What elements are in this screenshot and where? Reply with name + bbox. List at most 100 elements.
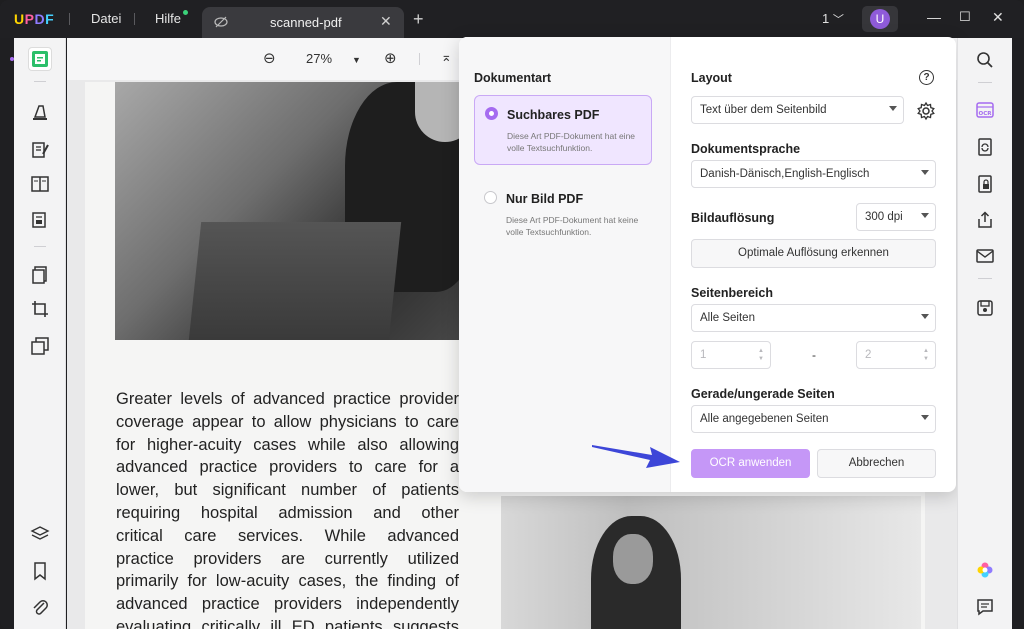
two-page-icon <box>31 176 49 192</box>
stepper-arrows-icon: ▲ ▼ <box>923 348 929 362</box>
document-type-title: Dokumentart <box>474 71 552 85</box>
resolution-title: Bildauflösung <box>691 211 775 225</box>
comments-button[interactable] <box>975 597 995 617</box>
title-bar: UPDF Datei Hilfe scanned-pdf ✕ + 1 ﹀ U —… <box>0 0 1024 38</box>
menu-hilfe[interactable]: Hilfe <box>155 11 181 26</box>
text-line: requiring hospital admission and other <box>116 503 459 522</box>
range-to-input[interactable]: 2 ▲ ▼ <box>856 341 936 369</box>
bookmark-button[interactable] <box>28 559 52 583</box>
option-name: Nur Bild PDF <box>506 192 584 206</box>
text-line: lower, but significant number of patient… <box>116 481 459 500</box>
resolution-select[interactable]: 300 dpi <box>856 203 936 231</box>
detect-resolution-button[interactable]: Optimale Auflösung erkennen <box>691 239 936 268</box>
account-button[interactable]: U <box>862 6 898 32</box>
zoom-dropdown-icon[interactable]: ▼ <box>352 55 361 65</box>
pointer-arrow-icon <box>592 445 680 468</box>
comment-tool-button[interactable] <box>28 100 52 124</box>
zoom-value[interactable]: 27% <box>306 51 332 66</box>
ocr-button[interactable]: OCR <box>975 100 995 120</box>
gear-icon[interactable] <box>916 101 936 121</box>
pages-icon <box>32 266 47 284</box>
chevron-down-icon: ﹀ <box>832 14 844 26</box>
range-to-value: 2 <box>865 349 872 361</box>
zoom-out-icon[interactable]: ⊖ <box>263 49 276 67</box>
left-toolbar <box>14 38 66 629</box>
close-tab-icon[interactable]: ✕ <box>380 13 392 30</box>
resolution-value: 300 dpi <box>865 211 903 223</box>
radio-searchable-pdf[interactable] <box>485 107 498 120</box>
chevron-down-icon <box>921 415 929 420</box>
comment-icon <box>977 599 993 616</box>
edit-pdf-icon <box>32 142 49 158</box>
apply-ocr-button[interactable]: OCR anwenden <box>691 449 810 478</box>
title-divider <box>134 13 135 25</box>
zoom-in-icon[interactable]: ⊕ <box>384 49 397 67</box>
ocr-tool-button[interactable] <box>28 334 52 358</box>
first-page-icon[interactable]: ⌅ <box>441 49 452 65</box>
maximize-icon[interactable]: ☐ <box>959 9 971 25</box>
organize-pages-button[interactable] <box>28 263 52 287</box>
page-range-title: Seitenbereich <box>691 286 773 300</box>
document-text: Greater levels of advanced practice prov… <box>116 388 459 629</box>
chevron-down-icon <box>921 170 929 175</box>
option-image-only-pdf[interactable]: Nur Bild PDF Diese Art PDF-Dokument hat … <box>474 180 652 246</box>
save-icon <box>977 300 993 316</box>
minimize-icon[interactable]: — <box>927 9 941 25</box>
chevron-down-icon <box>921 213 929 218</box>
page-view-button[interactable] <box>28 172 52 196</box>
protect-button[interactable] <box>975 174 995 194</box>
odd-even-title: Gerade/ungerade Seiten <box>691 387 835 401</box>
option-searchable-pdf[interactable]: Suchbares PDF Diese Art PDF-Dokument hat… <box>474 95 652 165</box>
crop-tool-button[interactable] <box>28 297 52 321</box>
layers-icon <box>30 526 50 540</box>
attachment-button[interactable] <box>28 595 52 619</box>
option-description: Diese Art PDF-Dokument hat keine volle T… <box>506 215 639 237</box>
right-toolbar: OCR <box>957 38 1012 629</box>
range-dash: - <box>812 348 816 362</box>
layout-title: Layout <box>691 71 732 85</box>
language-value: Danish-Dänisch,English-Englisch <box>700 168 870 180</box>
text-line: critical care services. While advanced <box>116 526 459 545</box>
text-line: practice providers are currently utilize… <box>116 549 459 568</box>
radio-image-only-pdf[interactable] <box>484 191 497 204</box>
text-line: Greater levels of advanced practice prov… <box>116 390 459 408</box>
reader-icon <box>32 51 48 67</box>
range-from-input[interactable]: 1 ▲ ▼ <box>691 341 771 369</box>
layers-button[interactable] <box>28 522 52 546</box>
form-tool-button[interactable] <box>28 208 52 232</box>
new-tab-icon[interactable]: + <box>413 9 424 30</box>
photo-woman-portrait <box>501 496 921 629</box>
left-edge <box>0 38 14 629</box>
convert-button[interactable] <box>975 137 995 157</box>
cancel-button[interactable]: Abbrechen <box>817 449 936 478</box>
menu-datei[interactable]: Datei <box>91 11 121 26</box>
email-button[interactable] <box>975 246 995 266</box>
edit-tool-button[interactable] <box>28 138 52 162</box>
help-icon[interactable]: ? <box>919 70 934 85</box>
text-line: primarily for low-acuity cases, the find… <box>116 572 459 591</box>
layout-select[interactable]: Text über dem Seitenbild <box>691 96 904 124</box>
language-select[interactable]: Danish-Dänisch,English-Englisch <box>691 160 936 188</box>
odd-even-select[interactable]: Alle angegebenen Seiten <box>691 405 936 433</box>
convert-icon <box>978 138 992 156</box>
page-selector[interactable]: 1 ﹀ <box>822 11 844 27</box>
ocr-icon: OCR <box>976 102 994 118</box>
close-window-icon[interactable]: ✕ <box>992 9 1004 26</box>
reader-mode-button[interactable] <box>28 47 52 71</box>
search-button[interactable] <box>975 50 995 70</box>
odd-even-value: Alle angegebenen Seiten <box>700 413 829 425</box>
crop-icon <box>32 301 48 317</box>
document-tab[interactable]: scanned-pdf ✕ <box>202 7 404 38</box>
right-edge <box>1012 38 1024 629</box>
ocr-panel: Dokumentart Suchbares PDF Diese Art PDF-… <box>459 37 956 492</box>
option-name: Suchbares PDF <box>507 108 600 122</box>
ai-assistant-button[interactable] <box>975 560 995 580</box>
share-button[interactable] <box>975 210 995 230</box>
updf-logo: UPDF <box>14 11 55 27</box>
photo-detail <box>188 222 402 340</box>
bookmark-icon <box>34 562 46 581</box>
save-button[interactable] <box>975 298 995 318</box>
stepper-arrows-icon: ▲ ▼ <box>758 348 764 362</box>
tab-title: scanned-pdf <box>270 15 342 30</box>
page-range-select[interactable]: Alle Seiten <box>691 304 936 332</box>
